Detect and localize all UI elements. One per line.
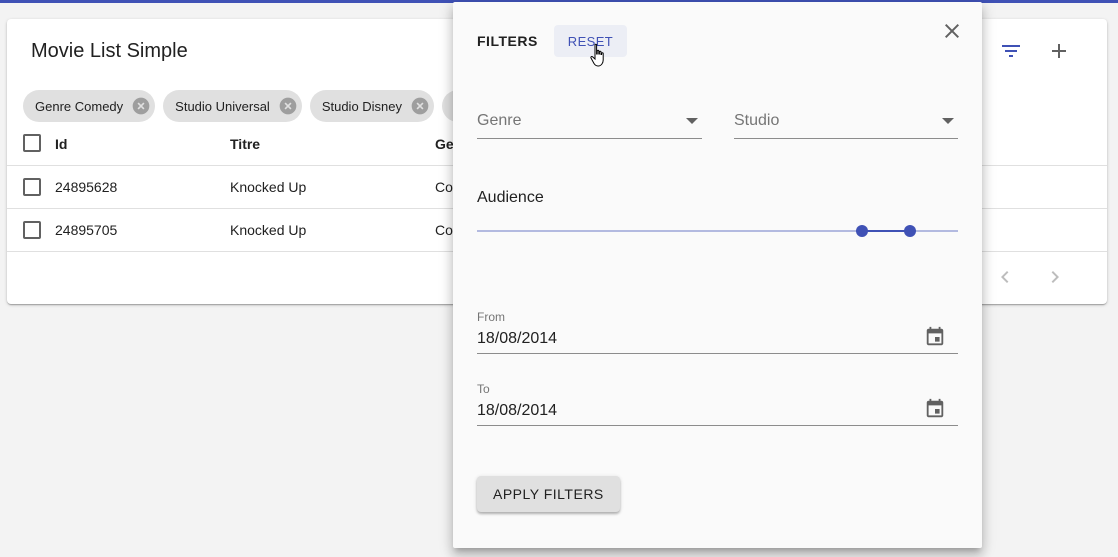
filter-icon [1002,45,1020,57]
audience-label: Audience [477,189,544,206]
cell-titre: Knocked Up [230,179,307,195]
next-page-button[interactable] [1043,265,1067,289]
chip-studio-universal[interactable]: Studio Universal [163,90,302,122]
to-date-field[interactable]: To 18/08/2014 [477,382,958,426]
cell-id: 24895628 [55,179,118,195]
chip-studio-disney[interactable]: Studio Disney [309,90,435,122]
active-filter-chips: Genre Comedy Studio Universal Studio Dis… [23,90,483,122]
column-header-id[interactable]: Id [55,122,67,166]
pagination [993,265,1067,289]
audience-range-slider[interactable] [477,223,958,239]
cell-genre: Co [435,222,453,238]
calendar-icon[interactable] [924,398,946,420]
filters-title: FILTERS [477,33,538,49]
row-checkbox[interactable] [23,221,41,239]
apply-filters-button[interactable]: APPLY FILTERS [477,476,620,512]
column-header-titre[interactable]: Titre [230,122,260,166]
from-label: From [477,310,505,324]
select-all-checkbox[interactable] [23,134,41,152]
filter-button[interactable] [999,39,1023,63]
calendar-icon[interactable] [924,326,946,348]
genre-select[interactable]: Genre [477,106,702,139]
chip-delete-button[interactable] [410,96,430,116]
from-date-field[interactable]: From 18/08/2014 [477,310,958,354]
slider-thumb-low[interactable] [855,225,868,237]
chevron-left-icon [1001,271,1009,283]
add-icon [1052,44,1066,58]
cancel-circle-icon [411,97,429,115]
column-header-genre[interactable]: Ge [435,122,454,166]
close-button[interactable] [940,19,964,43]
row-checkbox[interactable] [23,178,41,196]
studio-select[interactable]: Studio [734,106,958,139]
slider-track [861,230,910,232]
chip-label: Genre Comedy [35,98,124,114]
cell-genre: Co [435,179,453,195]
to-label: To [477,382,490,396]
cancel-circle-icon [279,97,297,115]
dropdown-arrow-icon [686,118,698,124]
add-button[interactable] [1047,39,1071,63]
dropdown-arrow-icon [942,118,954,124]
genre-placeholder: Genre [477,112,522,129]
chip-delete-button[interactable] [278,96,298,116]
chevron-right-icon [1051,271,1059,283]
chip-delete-button[interactable] [131,96,151,116]
chip-label: Studio Disney [321,98,403,114]
cell-titre: Knocked Up [230,222,307,238]
studio-placeholder: Studio [734,112,780,129]
hand-cursor-icon [590,43,604,67]
close-icon [945,24,959,38]
slider-thumb-high[interactable] [903,225,916,237]
chip-label: Studio Universal [175,98,270,114]
filter-panel: FILTERS RESET Genre Studio Audience From… [453,2,982,548]
to-value[interactable]: 18/08/2014 [477,402,557,420]
from-value[interactable]: 18/08/2014 [477,330,557,348]
card-actions [999,39,1071,63]
page-title: Movie List Simple [31,40,188,62]
cancel-circle-icon [132,97,150,115]
cell-id: 24895705 [55,222,118,238]
prev-page-button[interactable] [993,265,1017,289]
chip-genre-comedy[interactable]: Genre Comedy [23,90,156,122]
